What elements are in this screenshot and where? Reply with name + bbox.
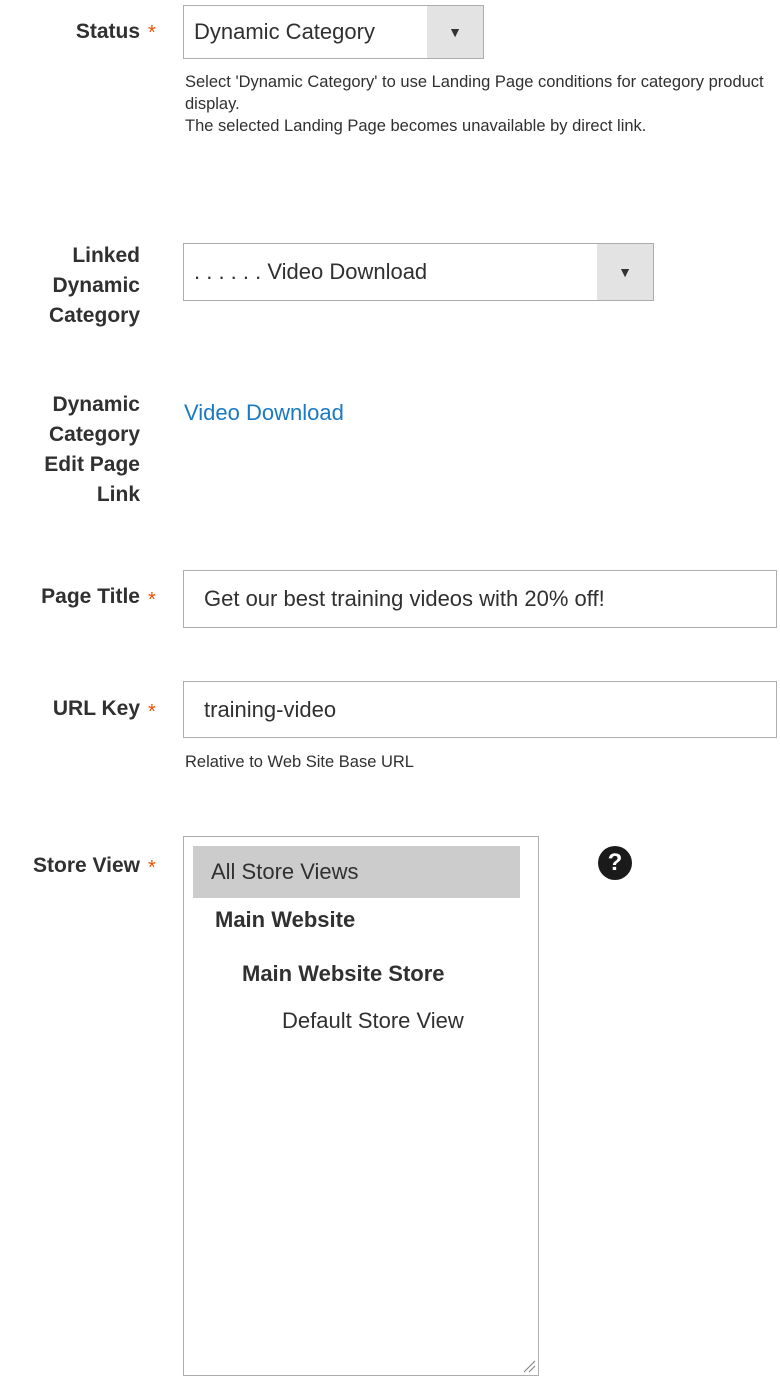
store-view-label: Store View [33,854,140,877]
question-circle-icon[interactable]: ? [598,846,632,880]
dynamic-category-edit-link[interactable]: Video Download [184,400,344,426]
store-option-default-store-view[interactable]: Default Store View [282,1008,464,1034]
url-key-label: URL Key [52,697,140,720]
store-option-main-website[interactable]: Main Website [215,907,355,933]
url-key-input[interactable]: training-video [183,681,777,738]
chevron-down-icon: ▼ [597,244,653,300]
store-option-all-store-views[interactable]: All Store Views [193,846,520,898]
url-key-note: Relative to Web Site Base URL [185,753,414,771]
linked-category-select[interactable]: . . . . . . Video Download ▼ [183,243,654,301]
edit-link-label: Dynamic Category Edit Page Link [44,393,140,506]
page-title-required-mark: * [148,589,156,611]
status-note-line-2: The selected Landing Page becomes unavai… [185,117,647,135]
linked-category-value: . . . . . . Video Download [194,259,428,284]
chevron-down-icon: ▼ [427,6,483,58]
status-select[interactable]: Dynamic Category ▼ [183,5,484,59]
store-option-main-website-store[interactable]: Main Website Store [242,961,445,987]
store-view-required-mark: * [148,857,156,879]
status-note-line-1: Select 'Dynamic Category' to use Landing… [185,73,764,113]
status-required-mark: * [148,22,156,44]
status-note: Select 'Dynamic Category' to use Landing… [185,71,775,137]
linked-category-label: Linked Dynamic Category [48,244,140,327]
store-view-multiselect[interactable]: All Store Views Main Website Main Websit… [183,836,539,1376]
page-title-label: Page Title [41,585,140,608]
url-key-required-mark: * [148,701,156,723]
status-select-value: Dynamic Category [194,19,375,44]
resize-grip-icon[interactable] [520,1357,536,1373]
page-title-input[interactable]: Get our best training videos with 20% of… [183,570,777,628]
status-label: Status [75,20,140,43]
